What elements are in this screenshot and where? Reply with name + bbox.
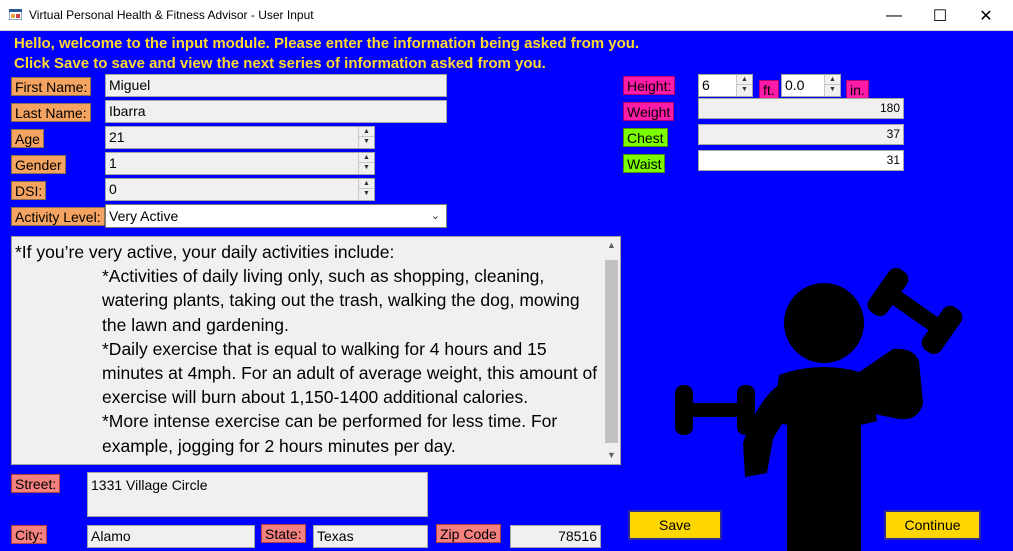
- age-stepper[interactable]: 21 ▲ ▼: [105, 126, 375, 149]
- state-input[interactable]: Texas: [313, 525, 428, 548]
- waist-label: Waist: [623, 154, 666, 173]
- street-input[interactable]: 1331 Village Circle: [87, 472, 428, 517]
- last-name-input[interactable]: Ibarra: [105, 100, 447, 123]
- height-feet-value: 6: [702, 77, 710, 93]
- maximize-button[interactable]: ☐: [917, 0, 963, 31]
- age-value: 21: [109, 129, 125, 145]
- activity-level-value: Very Active: [109, 208, 179, 224]
- activity-description-text: *If you’re very active, your daily activ…: [15, 240, 603, 458]
- spin-down-icon[interactable]: ▼: [737, 85, 752, 95]
- activity-level-select[interactable]: Very Active ⌄: [105, 204, 447, 228]
- waist-input[interactable]: 31: [698, 150, 904, 171]
- minimize-button[interactable]: —: [871, 0, 917, 31]
- gender-stepper[interactable]: 1 ▲ ▼: [105, 152, 375, 175]
- spin-down-icon[interactable]: ▼: [359, 163, 374, 173]
- gender-value: 1: [109, 155, 117, 171]
- spin-up-icon[interactable]: ▲: [359, 127, 374, 137]
- zip-code-label: Zip Code: [436, 524, 501, 543]
- weightlifter-icon: [675, 267, 963, 551]
- first-name-input[interactable]: Miguel: [105, 74, 447, 97]
- state-label: State:: [261, 524, 306, 543]
- spin-down-icon[interactable]: ▼: [825, 85, 840, 95]
- height-inches-stepper[interactable]: 0.0 ▲ ▼: [781, 74, 841, 97]
- title-bar: Virtual Personal Health & Fitness Adviso…: [0, 0, 1013, 31]
- minimize-icon: —: [886, 6, 902, 24]
- height-feet-spin-buttons[interactable]: ▲ ▼: [736, 75, 752, 96]
- dsi-spin-buttons[interactable]: ▲ ▼: [358, 179, 374, 200]
- spin-down-icon[interactable]: ▼: [359, 137, 374, 147]
- spin-down-icon[interactable]: ▼: [359, 189, 374, 199]
- city-label: City:: [11, 525, 47, 544]
- spin-up-icon[interactable]: ▲: [359, 179, 374, 189]
- zip-code-input[interactable]: 78516: [510, 525, 601, 548]
- feet-unit-label: ft.: [759, 80, 779, 99]
- spin-up-icon[interactable]: ▲: [737, 75, 752, 85]
- height-inches-spin-buttons[interactable]: ▲ ▼: [824, 75, 840, 96]
- weight-input[interactable]: 180: [698, 98, 904, 119]
- city-input[interactable]: Alamo: [87, 525, 255, 548]
- close-icon: ✕: [979, 7, 993, 25]
- gender-spin-buttons[interactable]: ▲ ▼: [358, 153, 374, 174]
- inches-unit-label: in.: [846, 80, 869, 99]
- last-name-label: Last Name:: [11, 103, 91, 122]
- scroll-down-icon[interactable]: ▼: [603, 447, 620, 464]
- description-line: *More intense exercise can be performed …: [102, 411, 558, 456]
- welcome-message: Hello, welcome to the input module. Plea…: [14, 35, 640, 52]
- chest-input[interactable]: 37: [698, 124, 904, 145]
- height-inches-value: 0.0: [785, 77, 805, 93]
- close-button[interactable]: ✕: [963, 0, 1009, 31]
- form-client-area: Hello, welcome to the input module. Plea…: [0, 31, 1013, 551]
- spin-up-icon[interactable]: ▲: [825, 75, 840, 85]
- scrollbar-thumb[interactable]: [605, 260, 618, 443]
- instructions-message: Click Save to save and view the next ser…: [14, 55, 546, 72]
- chevron-down-icon[interactable]: ⌄: [431, 205, 440, 227]
- description-line: *If you’re very active, your daily activ…: [15, 242, 395, 262]
- description-line: *Daily exercise that is equal to walking…: [102, 338, 598, 408]
- age-label: Age: [11, 129, 44, 148]
- activity-level-label: Activity Level:: [11, 207, 105, 226]
- street-label: Street:: [11, 474, 61, 493]
- chest-label: Chest: [623, 128, 668, 147]
- first-name-label: First Name:: [11, 77, 92, 96]
- activity-description-textarea[interactable]: *If you’re very active, your daily activ…: [11, 236, 621, 465]
- window-title: Virtual Personal Health & Fitness Adviso…: [29, 8, 314, 22]
- dsi-label: DSI:: [11, 181, 47, 200]
- age-spin-buttons[interactable]: ▲ ▼: [358, 127, 374, 148]
- weight-label: Weight: [623, 102, 675, 121]
- description-line: *Activities of daily living only, such a…: [102, 266, 580, 335]
- gender-label: Gender: [11, 155, 66, 174]
- dsi-value: 0: [109, 181, 117, 197]
- app-icon: [9, 9, 22, 20]
- scroll-up-icon[interactable]: ▲: [603, 237, 620, 254]
- vertical-scrollbar[interactable]: ▲ ▼: [603, 237, 620, 464]
- spin-up-icon[interactable]: ▲: [359, 153, 374, 163]
- maximize-icon: ☐: [932, 7, 948, 25]
- dsi-stepper[interactable]: 0 ▲ ▼: [105, 178, 375, 201]
- height-label: Height:: [623, 76, 676, 95]
- height-feet-stepper[interactable]: 6 ▲ ▼: [698, 74, 753, 97]
